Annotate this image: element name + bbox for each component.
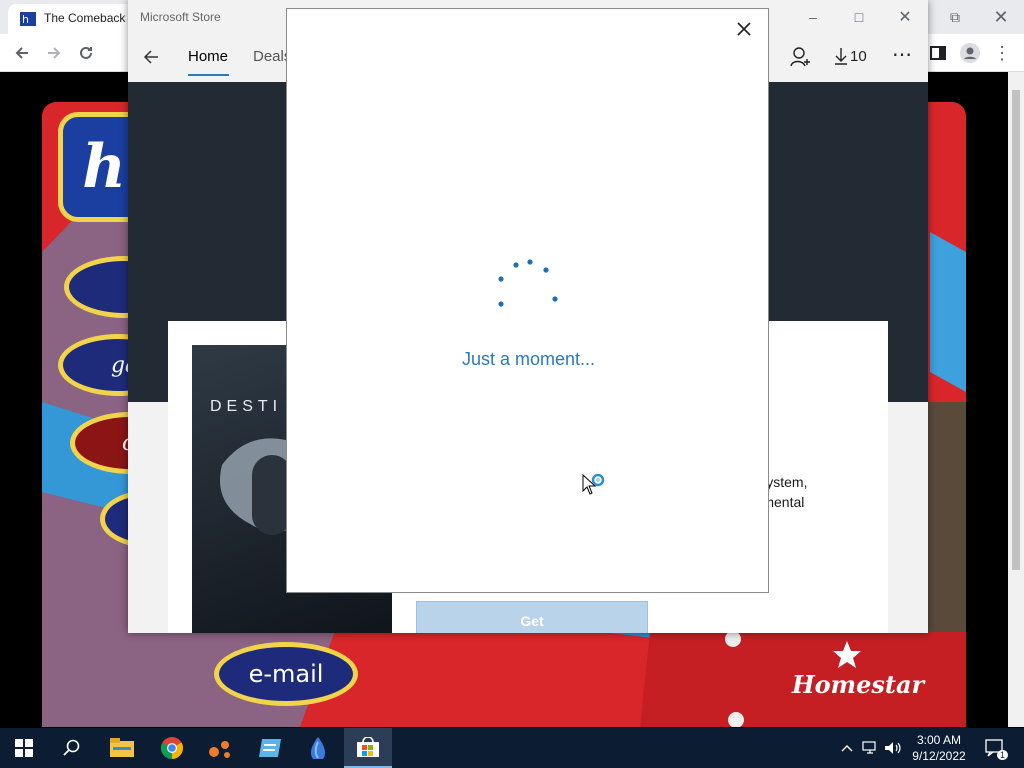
downloads-button[interactable]: 10 xyxy=(834,47,867,65)
notification-count: 1 xyxy=(996,750,1008,760)
loading-message: Just a moment... xyxy=(461,349,596,369)
website-scrollbar[interactable] xyxy=(1008,72,1024,727)
start-icon[interactable] xyxy=(0,728,48,768)
tab-title: The Comeback xyxy=(44,11,126,25)
reload-icon[interactable] xyxy=(74,41,98,65)
volume-icon[interactable] xyxy=(884,740,902,756)
forward-icon[interactable] xyxy=(42,41,66,65)
taskbar: 3:00 AM 9/12/2022 1 xyxy=(0,728,1024,768)
browser-close-icon[interactable]: ✕ xyxy=(978,0,1024,34)
dialog-close-icon[interactable] xyxy=(732,17,756,41)
app-icon[interactable] xyxy=(246,728,294,768)
scrollbar-thumb[interactable] xyxy=(1012,90,1020,570)
svg-text:h: h xyxy=(22,13,29,26)
file-explorer-icon[interactable] xyxy=(98,728,146,768)
search-icon[interactable] xyxy=(48,728,96,768)
store-more-icon[interactable]: ⋯ xyxy=(892,42,912,67)
app-icon[interactable] xyxy=(196,728,244,768)
game-art-title: DESTI xyxy=(210,398,283,415)
tab-home-underline xyxy=(188,74,229,76)
store-back-icon[interactable] xyxy=(142,48,160,71)
store-window-title: Microsoft Store xyxy=(140,10,221,24)
app-icon[interactable] xyxy=(294,728,342,768)
back-icon[interactable] xyxy=(10,41,34,65)
profile-icon[interactable] xyxy=(958,41,982,65)
busy-cursor-icon xyxy=(582,474,605,495)
tab-home[interactable]: Home xyxy=(188,48,228,65)
star-icon xyxy=(833,641,861,668)
website-nav-button-email[interactable]: e-mail xyxy=(214,642,358,706)
network-icon[interactable] xyxy=(862,740,880,756)
sidebar-icon[interactable] xyxy=(926,41,950,65)
store-maximize-icon[interactable]: □ xyxy=(836,0,882,34)
notifications-icon[interactable]: 1 xyxy=(984,738,1008,760)
get-button[interactable]: Get xyxy=(416,601,648,633)
account-icon[interactable] xyxy=(790,46,812,73)
browser-tab[interactable]: h The Comeback xyxy=(8,4,136,34)
clock-date: 9/12/2022 xyxy=(912,749,966,763)
favicon-icon: h xyxy=(20,12,36,26)
browser-restore-icon[interactable]: ⧉ xyxy=(932,0,978,34)
website-signature: Homestar xyxy=(792,670,925,699)
clock[interactable]: 3:00 AM 9/12/2022 xyxy=(912,732,966,764)
chrome-icon[interactable] xyxy=(148,728,196,768)
chevron-up-icon[interactable] xyxy=(838,740,856,756)
menu-icon[interactable]: ⋮ xyxy=(990,41,1014,65)
clock-time: 3:00 AM xyxy=(916,733,962,747)
download-icon xyxy=(835,48,847,65)
loading-dialog: Just a moment... xyxy=(286,8,769,593)
loading-spinner-icon xyxy=(498,259,558,307)
downloads-count: 10 xyxy=(850,47,867,65)
store-icon[interactable] xyxy=(344,728,392,768)
store-close-icon[interactable]: ✕ xyxy=(882,0,928,34)
store-minimize-icon[interactable]: – xyxy=(790,0,836,34)
